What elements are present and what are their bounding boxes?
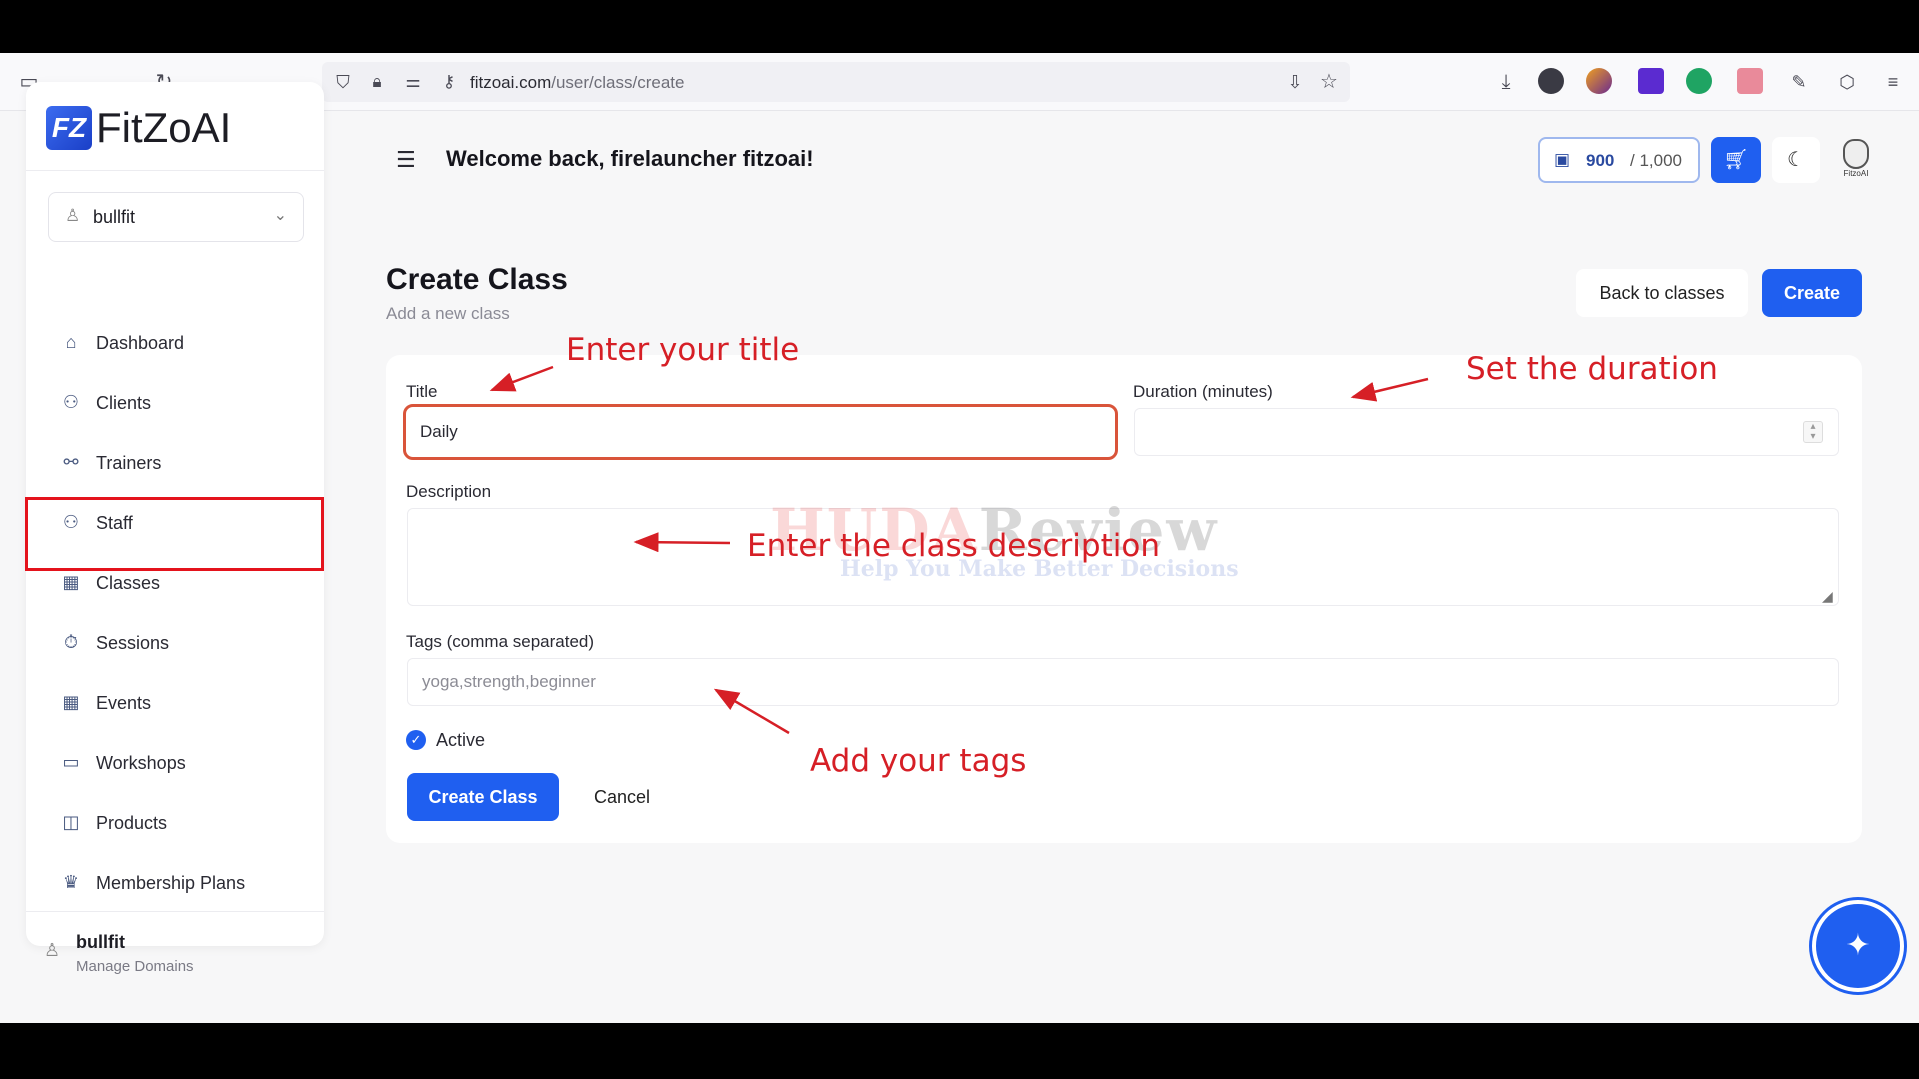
sidebar-item-label: Sessions (96, 633, 170, 653)
sidebar-item-label: Dashboard (96, 333, 185, 353)
manage-domains-link[interactable]: Manage Domains (76, 958, 194, 975)
extension-c-icon[interactable] (1638, 68, 1664, 94)
extension-d-icon[interactable] (1737, 68, 1763, 94)
downloads-icon[interactable]: ⤓ (1493, 69, 1519, 95)
extension-b-icon[interactable] (1586, 68, 1612, 94)
timer-icon: ⏱ (63, 632, 79, 652)
description-label: Description (406, 482, 492, 501)
sparkle-icon: ✦ (1845, 929, 1871, 962)
avatar[interactable]: FitzoAI (1834, 137, 1878, 183)
divider (26, 170, 324, 171)
calendar-icon: ▦ (62, 572, 80, 592)
sidebar-item-sessions[interactable]: ⏱ Sessions (26, 618, 324, 668)
sidebar-item-dashboard[interactable]: ⌂ Dashboard (26, 318, 324, 368)
url-text[interactable]: fitzoai.com/user/class/create (470, 73, 684, 93)
sidebar-item-trainers[interactable]: ⚯ Trainers (26, 438, 324, 488)
wallet-icon: ▣ (1554, 150, 1571, 169)
annotation-description: Enter the class description (747, 528, 1160, 564)
crown-icon: ♛ (62, 872, 80, 892)
avatar-label: FitzoAI (1843, 169, 1869, 178)
active-label: Active (436, 730, 486, 750)
permissions-icon[interactable]: ⚌ (400, 69, 426, 95)
welcome-message: Welcome back, firelauncher fitzoai! (446, 146, 814, 171)
ai-assistant-button[interactable]: ✦ (1812, 900, 1904, 992)
create-button[interactable]: Create (1762, 269, 1862, 317)
page-title: Create Class (386, 263, 568, 296)
sidebar-item-label: Membership Plans (96, 873, 246, 893)
cancel-button[interactable]: Cancel (574, 773, 670, 821)
home-icon: ⌂ (65, 332, 77, 352)
chevron-down-icon: ⌄ (273, 207, 287, 224)
footer-user-name: bullfit (76, 932, 125, 952)
active-checkbox[interactable]: ✓ (406, 730, 426, 750)
create-class-button[interactable]: Create Class (407, 773, 559, 821)
sidebar-item-label: Workshops (96, 753, 186, 773)
shield-logo-icon (1843, 139, 1869, 169)
lock-icon[interactable]: 🔒︎ (364, 69, 390, 95)
sidebar-item-workshops[interactable]: ▭ Workshops (26, 738, 324, 788)
number-spinner-icon[interactable]: ▴ ▾ (1803, 421, 1823, 443)
annotation-duration: Set the duration (1466, 351, 1718, 387)
cart-icon: 🛒︎ (1723, 149, 1749, 171)
video-frame: ▭ ← → ↻ ⛉ 🔒︎ ⚌ ⚷ fitzoai.com/user/class/… (0, 0, 1919, 1079)
bookmark-star-icon[interactable]: ☆ (1316, 69, 1342, 95)
shield-icon[interactable]: ⛉ (330, 69, 356, 95)
install-app-icon[interactable]: ⇩ (1282, 69, 1308, 95)
back-to-classes-button[interactable]: Back to classes (1576, 269, 1748, 317)
presentation-icon: ▭ (62, 752, 80, 772)
cart-button[interactable]: 🛒︎ (1711, 137, 1761, 183)
duration-label: Duration (minutes) (1133, 382, 1273, 401)
divider (26, 911, 324, 912)
tags-label: Tags (comma separated) (406, 632, 595, 651)
bag-icon: ◫ (62, 812, 80, 832)
page-subtitle: Add a new class (386, 304, 510, 323)
sidebar-item-label: Products (96, 813, 168, 833)
app-logo[interactable]: FZ FitZoAI (46, 103, 231, 153)
sidebar-item-label: Classes (96, 573, 161, 593)
moon-icon: ☾ (1787, 149, 1805, 171)
credits-max: / 1,000 (1630, 151, 1682, 170)
sidebar-item-products[interactable]: ◫ Products (26, 798, 324, 848)
key-icon[interactable]: ⚷ (436, 69, 462, 95)
sidebar-item-clients[interactable]: ⚇ Clients (26, 378, 324, 428)
sidebar-item-membership-plans[interactable]: ♛ Membership Plans (26, 858, 324, 908)
sidebar-item-label: Events (96, 693, 152, 713)
title-input[interactable] (403, 404, 1118, 460)
annotation-tags: Add your tags (810, 743, 1027, 779)
annotation-title: Enter your title (566, 332, 800, 368)
eyedropper-icon[interactable]: ✎ (1786, 69, 1812, 95)
logo-mark: FZ (46, 106, 92, 150)
classes-highlight-box (25, 497, 324, 571)
resize-handle-icon[interactable]: ◢ (1822, 588, 1833, 605)
user-icon: ♙ (44, 940, 61, 960)
tags-input[interactable] (407, 658, 1839, 706)
title-label: Title (406, 382, 438, 401)
hamburger-menu-icon[interactable]: ☰ (396, 147, 416, 173)
sidebar-item-events[interactable]: ▦ Events (26, 678, 324, 728)
users-icon: ⚇ (62, 392, 80, 412)
sidebar-footer-user[interactable]: ♙ bullfit Manage Domains (26, 922, 324, 982)
credits-value: 900 (1586, 151, 1615, 170)
workspace-label: bullfit (93, 207, 136, 227)
duration-input[interactable] (1134, 408, 1839, 456)
extensions-puzzle-icon[interactable]: ⬡ (1834, 69, 1860, 95)
sidebar-item-label: Trainers (96, 453, 162, 473)
grammarly-icon[interactable] (1686, 68, 1712, 94)
sidebar-item-label: Clients (96, 393, 152, 413)
logo-text: FitZoAI (96, 104, 232, 151)
credits-badge[interactable]: ▣ 900 / 1,000 (1538, 137, 1700, 183)
user-icon: ♙ (65, 206, 81, 225)
menu-icon[interactable]: ≡ (1880, 69, 1906, 95)
trainers-icon: ⚯ (63, 452, 79, 472)
extension-a-icon[interactable] (1538, 68, 1564, 94)
calendar-icon: ▦ (62, 692, 80, 712)
workspace-selector[interactable]: ♙ bullfit ⌄ (48, 192, 304, 242)
theme-toggle-button[interactable]: ☾ (1772, 137, 1820, 183)
